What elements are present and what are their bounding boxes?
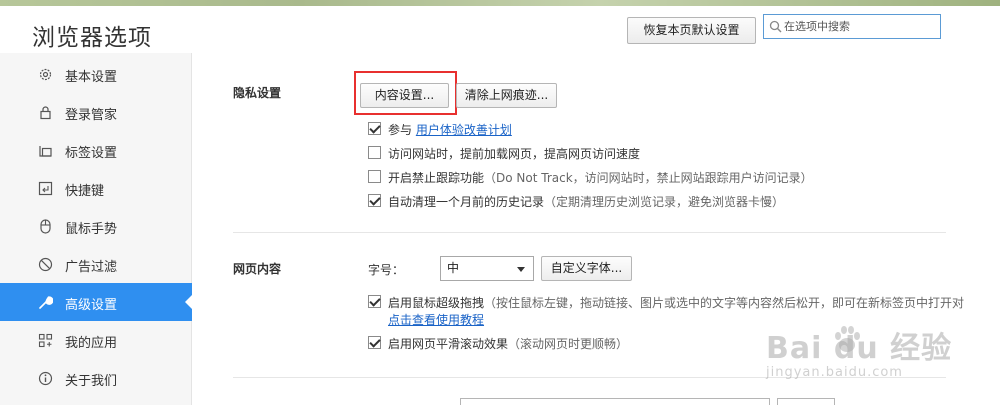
header: 浏览器选项 恢复本页默认设置 — [0, 6, 1000, 53]
font-size-label: 字号： — [368, 263, 405, 277]
option-label: 启用网页平滑滚动效果 — [388, 337, 509, 351]
sidebar: 基本设置 登录管家 标签设置 快捷键 鼠标手势 广告过滤 高级设置 我的应用 关… — [0, 53, 193, 405]
smooth-scroll-checkbox[interactable] — [368, 336, 381, 349]
sidebar-item-gestures[interactable]: 鼠标手势 — [0, 207, 192, 245]
sidebar-item-label: 关于我们 — [65, 374, 118, 389]
partial-control — [460, 398, 770, 405]
sidebar-item-login[interactable]: 登录管家 — [0, 93, 192, 131]
ux-plan-checkbox[interactable] — [368, 122, 381, 135]
page-title: 浏览器选项 — [32, 25, 152, 51]
option-description: （Do Not Track，访问网站时，禁止网站跟踪用户访问记录） — [484, 171, 813, 185]
option-super-drag[interactable]: 启用鼠标超级拖拽（按住鼠标左键，拖动链接、图片或选中的文字等内容然后松开，即可在… — [368, 293, 1000, 311]
search-icon — [769, 20, 782, 33]
gear-icon — [39, 68, 52, 81]
search-input[interactable] — [784, 16, 934, 37]
ux-plan-link[interactable]: 用户体验改善计划 — [416, 123, 512, 137]
tutorial-link-row: 点击查看使用教程 — [388, 311, 484, 329]
info-icon — [38, 371, 53, 386]
clear-traces-button[interactable]: 清除上网痕迹... — [456, 83, 557, 108]
sidebar-item-label: 标签设置 — [65, 146, 118, 161]
chevron-down-icon — [517, 267, 525, 272]
keyboard-icon — [38, 181, 53, 196]
option-description: （滚动网页时更顺畅） — [508, 337, 629, 351]
custom-font-button[interactable]: 自定义字体... — [541, 256, 632, 281]
search-box[interactable] — [763, 14, 941, 39]
apps-icon — [38, 333, 53, 348]
sidebar-item-label: 高级设置 — [65, 298, 118, 313]
sidebar-item-tabs[interactable]: 标签设置 — [0, 131, 192, 169]
option-label: 参与 — [388, 123, 416, 137]
sidebar-item-basic[interactable]: 基本设置 — [0, 55, 192, 93]
font-size-value: 中 — [447, 261, 460, 275]
sidebar-item-label: 快捷键 — [65, 184, 105, 199]
sidebar-item-adblock[interactable]: 广告过滤 — [0, 245, 192, 283]
wrench-icon — [39, 296, 53, 309]
block-icon — [38, 257, 53, 272]
restore-defaults-button[interactable]: 恢复本页默认设置 — [627, 17, 756, 44]
option-description: （定期清理历史浏览记录，避免浏览器卡慢） — [544, 195, 785, 209]
mouse-icon — [40, 219, 51, 234]
tabs-icon — [39, 146, 52, 157]
auto-clear-checkbox[interactable] — [368, 194, 381, 207]
content-settings-button[interactable]: 内容设置... — [360, 83, 449, 108]
sidebar-item-about[interactable]: 关于我们 — [0, 359, 192, 397]
partial-button — [777, 398, 835, 405]
lock-icon — [40, 106, 51, 120]
privacy-section-title: 隐私设置 — [233, 86, 282, 100]
sidebar-item-apps[interactable]: 我的应用 — [0, 321, 192, 359]
section-divider — [233, 232, 946, 233]
do-not-track-checkbox[interactable] — [368, 170, 381, 183]
sidebar-item-label: 鼠标手势 — [65, 222, 118, 237]
font-size-select[interactable]: 中 — [440, 256, 534, 281]
option-label: 自动清理一个月前的历史记录 — [388, 195, 545, 209]
option-description: （按住鼠标左键，拖动链接、图片或选中的文字等内容然后松开，即可在新标签页中打开对 — [484, 296, 965, 310]
option-label: 启用鼠标超级拖拽 — [388, 296, 485, 310]
webcontent-section-title: 网页内容 — [233, 262, 282, 276]
option-label: 访问网站时，提前加载网页，提高网页访问速度 — [388, 147, 641, 161]
sidebar-item-label: 登录管家 — [65, 108, 118, 123]
sidebar-item-advanced[interactable]: 高级设置 — [0, 283, 193, 321]
option-label: 开启禁止跟踪功能 — [388, 171, 485, 185]
paw-logo — [835, 326, 860, 352]
tutorial-link[interactable]: 点击查看使用教程 — [388, 313, 484, 327]
sidebar-item-label: 基本设置 — [65, 70, 118, 85]
watermark-sub: jingyan.baidu.com — [766, 365, 903, 380]
preload-checkbox[interactable] — [368, 146, 381, 159]
super-drag-checkbox[interactable] — [368, 295, 381, 308]
sidebar-item-shortcuts[interactable]: 快捷键 — [0, 169, 192, 207]
sidebar-item-label: 广告过滤 — [65, 260, 118, 275]
sidebar-item-label: 我的应用 — [65, 336, 118, 351]
watermark: Bai du 经验 jingyan.baidu.com — [766, 323, 952, 380]
